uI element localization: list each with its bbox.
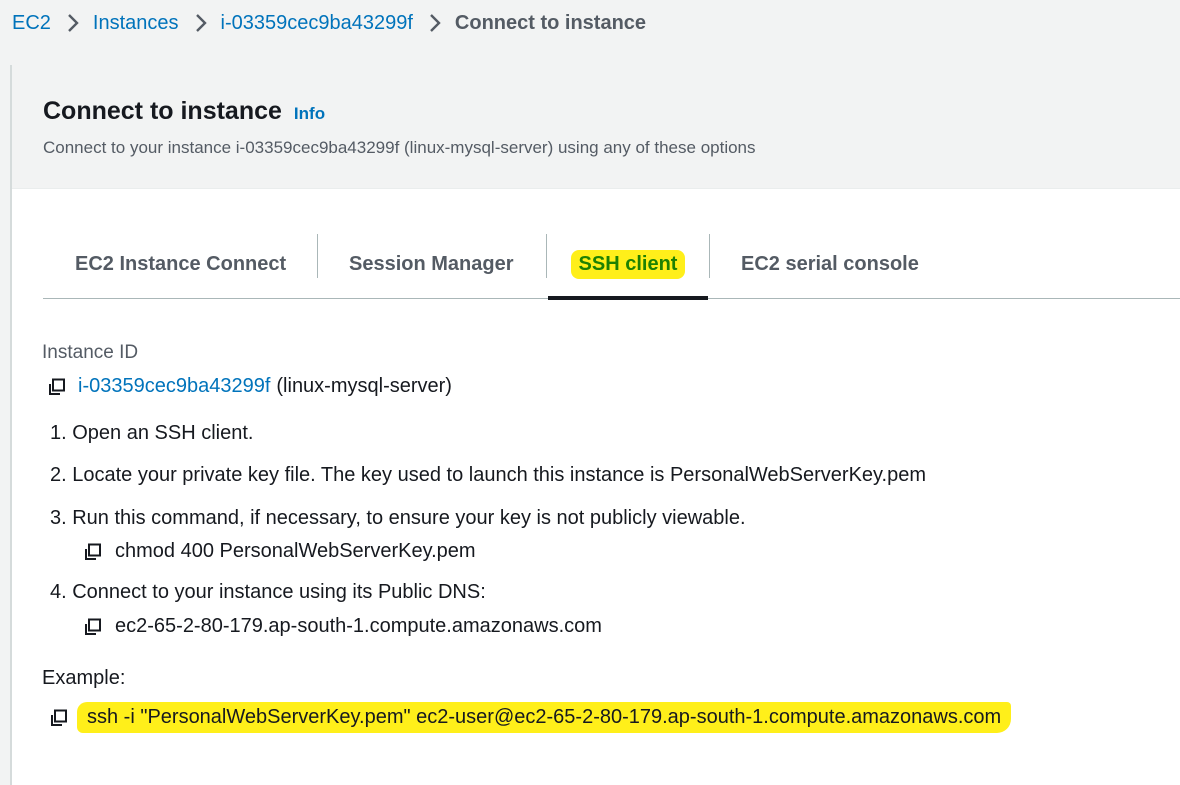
tab-session-manager[interactable]: Session Manager — [349, 231, 514, 298]
tab-ec2-instance-connect[interactable]: EC2 Instance Connect — [75, 231, 286, 298]
breadcrumb-instance-id[interactable]: i-03359cec9ba43299f — [221, 12, 413, 35]
breadcrumb-current: Connect to instance — [454, 11, 647, 34]
tab-label: Session Manager — [349, 253, 514, 275]
connect-panel: Connect to instance Info Connect to your… — [10, 65, 1180, 785]
copy-icon[interactable] — [83, 542, 103, 562]
chevron-right-icon — [429, 13, 441, 33]
instance-id-label: Instance ID — [42, 342, 139, 363]
chmod-command: chmod 400 PersonalWebServerKey.pem — [115, 540, 476, 562]
page-description: Connect to your instance i-03359cec9ba43… — [43, 138, 756, 157]
public-dns: ec2-65-2-80-179.ap-south-1.compute.amazo… — [115, 615, 602, 637]
step-1: 1. Open an SSH client. — [50, 422, 254, 444]
page-title: Connect to instance — [43, 97, 282, 125]
breadcrumb-instances[interactable]: Instances — [93, 12, 179, 35]
page-header: Connect to instance Info Connect to your… — [12, 65, 1180, 189]
tab-ec2-serial-console[interactable]: EC2 serial console — [741, 231, 919, 298]
tab-label: SSH client — [570, 250, 686, 279]
chevron-right-icon — [67, 13, 79, 33]
tab-divider — [317, 234, 318, 278]
instance-id-link[interactable]: i-03359cec9ba43299f — [78, 375, 270, 398]
copy-icon[interactable] — [47, 377, 67, 397]
chmod-command-row: chmod 400 PersonalWebServerKey.pem — [83, 540, 476, 563]
copy-icon[interactable] — [83, 617, 103, 637]
step-3: 3. Run this command, if necessary, to en… — [50, 507, 746, 529]
step-2: 2. Locate your private key file. The key… — [50, 464, 927, 486]
breadcrumb-ec2[interactable]: EC2 — [12, 12, 51, 35]
breadcrumb: EC2 Instances i-03359cec9ba43299f Connec… — [12, 8, 646, 38]
tab-label: EC2 Instance Connect — [75, 253, 287, 275]
connection-tabs: EC2 Instance Connect Session Manager SSH… — [43, 231, 1180, 300]
example-command-row: ssh -i "PersonalWebServerKey.pem" ec2-us… — [49, 702, 1012, 733]
public-dns-row: ec2-65-2-80-179.ap-south-1.compute.amazo… — [83, 615, 602, 638]
tab-divider — [709, 234, 710, 278]
copy-icon[interactable] — [49, 708, 69, 728]
step-4: 4. Connect to your instance using its Pu… — [50, 581, 486, 603]
example-command: ssh -i "PersonalWebServerKey.pem" ec2-us… — [77, 702, 1012, 733]
instance-id-row: i-03359cec9ba43299f (linux-mysql-server) — [47, 375, 452, 398]
tab-ssh-client[interactable]: SSH client — [548, 231, 708, 300]
info-link[interactable]: Info — [294, 104, 325, 124]
instance-name: (linux-mysql-server) — [276, 375, 452, 397]
tab-label: EC2 serial console — [741, 253, 919, 275]
chevron-right-icon — [195, 13, 207, 33]
example-label: Example: — [42, 667, 126, 689]
tab-divider — [546, 234, 547, 278]
